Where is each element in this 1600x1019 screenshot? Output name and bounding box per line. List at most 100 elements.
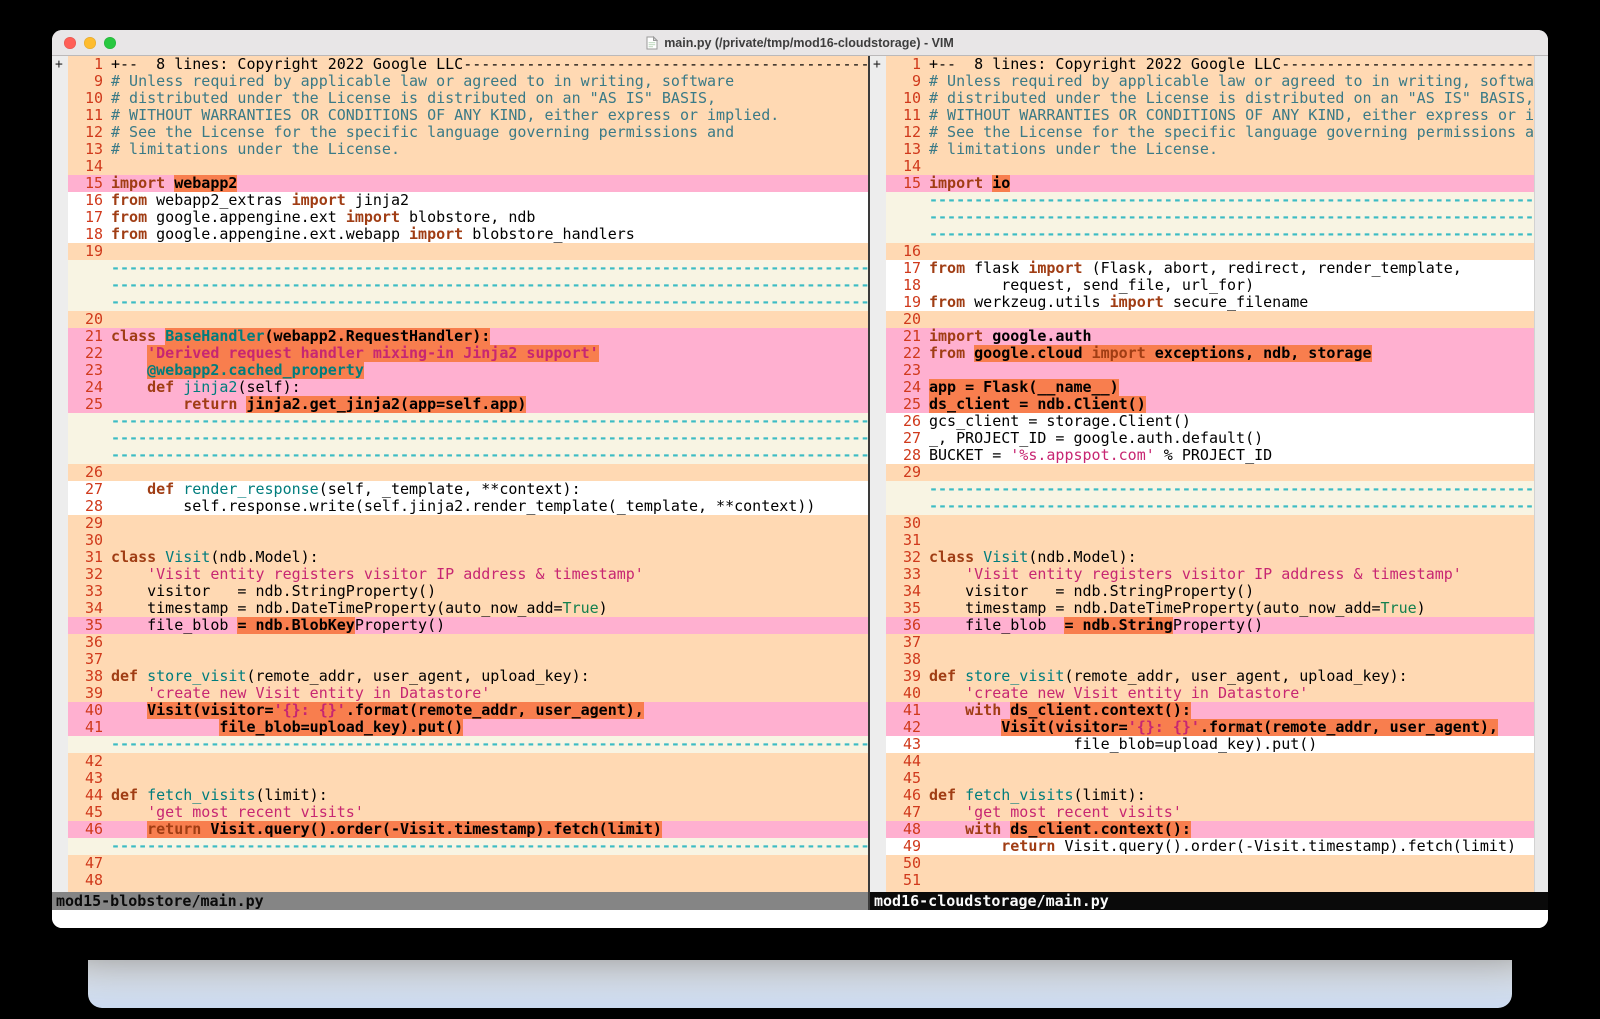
diff-filler-line[interactable]: ----------------------------------------… xyxy=(68,294,868,311)
code-line[interactable]: 23 xyxy=(886,362,1534,379)
code-line[interactable]: 18from google.appengine.ext.webapp impor… xyxy=(68,226,868,243)
zoom-button[interactable] xyxy=(104,37,116,49)
code-line[interactable]: 32 'Visit entity registers visitor IP ad… xyxy=(68,566,868,583)
fold-marker[interactable]: + xyxy=(873,56,881,73)
code-line[interactable]: 41 with ds_client.context(): xyxy=(886,702,1534,719)
code-line[interactable]: 27_, PROJECT_ID = google.auth.default() xyxy=(886,430,1534,447)
code-line[interactable]: 16 xyxy=(886,243,1534,260)
code-line[interactable]: 11# WITHOUT WARRANTIES OR CONDITIONS OF … xyxy=(68,107,868,124)
statusline-left[interactable]: mod15-blobstore/main.py xyxy=(52,892,868,910)
code-line[interactable]: 31 xyxy=(886,532,1534,549)
diff-filler-line[interactable]: ----------------------------------------… xyxy=(68,838,868,855)
code-line[interactable]: 21class BaseHandler(webapp2.RequestHandl… xyxy=(68,328,868,345)
code-line[interactable]: 50 xyxy=(886,855,1534,872)
code-line[interactable]: 44 xyxy=(886,753,1534,770)
code-line[interactable]: 26gcs_client = storage.Client() xyxy=(886,413,1534,430)
code-line[interactable]: 28BUCKET = '%s.appspot.com' % PROJECT_ID xyxy=(886,447,1534,464)
diff-filler-line[interactable]: ----------------------------------------… xyxy=(68,413,868,430)
code-line[interactable]: 26 xyxy=(68,464,868,481)
code-line[interactable]: 35 file_blob = ndb.BlobKeyProperty() xyxy=(68,617,868,634)
diff-filler-line[interactable]: ----------------------------------------… xyxy=(886,498,1534,515)
code-line[interactable]: 11# WITHOUT WARRANTIES OR CONDITIONS OF … xyxy=(886,107,1534,124)
code-line[interactable]: 19from werkzeug.utils import secure_file… xyxy=(886,294,1534,311)
code-line[interactable]: 15import io xyxy=(886,175,1534,192)
code-line[interactable]: 22 'Derived request handler mixing-in Ji… xyxy=(68,345,868,362)
code-line[interactable]: 41 file_blob=upload_key).put() xyxy=(68,719,868,736)
diff-filler-line[interactable]: ----------------------------------------… xyxy=(886,209,1534,226)
diff-filler-line[interactable]: ----------------------------------------… xyxy=(68,736,868,753)
code-line[interactable]: 44def fetch_visits(limit): xyxy=(68,787,868,804)
code-line[interactable]: 24app = Flask(__name__) xyxy=(886,379,1534,396)
code-line[interactable]: 39def store_visit(remote_addr, user_agen… xyxy=(886,668,1534,685)
code-line[interactable]: 42 Visit(visitor='{}: {}'.format(remote_… xyxy=(886,719,1534,736)
code-line[interactable]: 46 return Visit.query().order(-Visit.tim… xyxy=(68,821,868,838)
code-line[interactable]: 39 'create new Visit entity in Datastore… xyxy=(68,685,868,702)
code-line[interactable]: 47 xyxy=(68,855,868,872)
code-line[interactable]: 9# Unless required by applicable law or … xyxy=(886,73,1534,90)
code-line[interactable]: 13# limitations under the License. xyxy=(886,141,1534,158)
fold-marker[interactable]: + xyxy=(55,56,63,73)
code-line[interactable]: 29 xyxy=(886,464,1534,481)
code-line[interactable]: 36 xyxy=(68,634,868,651)
code-line[interactable]: 38 xyxy=(886,651,1534,668)
code-line[interactable]: 37 xyxy=(68,651,868,668)
code-line[interactable]: 10# distributed under the License is dis… xyxy=(886,90,1534,107)
code-line[interactable]: 30 xyxy=(68,532,868,549)
code-line[interactable]: 38def store_visit(remote_addr, user_agen… xyxy=(68,668,868,685)
code-line[interactable]: 36 file_blob = ndb.StringProperty() xyxy=(886,617,1534,634)
window-titlebar[interactable]: main.py (/private/tmp/mod16-cloudstorage… xyxy=(52,30,1548,56)
code-line[interactable]: 27 def render_response(self, _template, … xyxy=(68,481,868,498)
statusline-right[interactable]: mod16-cloudstorage/main.py xyxy=(870,892,1548,910)
code-line[interactable]: 33 visitor = ndb.StringProperty() xyxy=(68,583,868,600)
code-line[interactable]: 35 timestamp = ndb.DateTimeProperty(auto… xyxy=(886,600,1534,617)
code-line[interactable]: 40 Visit(visitor='{}: {}'.format(remote_… xyxy=(68,702,868,719)
code-line[interactable]: 40 'create new Visit entity in Datastore… xyxy=(886,685,1534,702)
code-line[interactable]: 22from google.cloud import exceptions, n… xyxy=(886,345,1534,362)
code-line[interactable]: 30 xyxy=(886,515,1534,532)
diff-filler-line[interactable]: ----------------------------------------… xyxy=(886,481,1534,498)
code-line[interactable]: 25 return jinja2.get_jinja2(app=self.app… xyxy=(68,396,868,413)
code-line[interactable]: 10# distributed under the License is dis… xyxy=(68,90,868,107)
code-line[interactable]: 34 visitor = ndb.StringProperty() xyxy=(886,583,1534,600)
diff-filler-line[interactable]: ----------------------------------------… xyxy=(68,277,868,294)
code-line[interactable]: 14 xyxy=(68,158,868,175)
code-line[interactable]: 46def fetch_visits(limit): xyxy=(886,787,1534,804)
code-line[interactable]: 43 xyxy=(68,770,868,787)
code-line[interactable]: 43 file_blob=upload_key).put() xyxy=(886,736,1534,753)
code-line[interactable]: 9# Unless required by applicable law or … xyxy=(68,73,868,90)
code-line[interactable]: 20 xyxy=(886,311,1534,328)
code-line[interactable]: 31class Visit(ndb.Model): xyxy=(68,549,868,566)
code-line[interactable]: 33 'Visit entity registers visitor IP ad… xyxy=(886,566,1534,583)
diff-filler-line[interactable]: ----------------------------------------… xyxy=(886,192,1534,209)
code-line[interactable]: 37 xyxy=(886,634,1534,651)
code-line[interactable]: 23 @webapp2.cached_property xyxy=(68,362,868,379)
code-line[interactable]: 19 xyxy=(68,243,868,260)
code-line[interactable]: 45 'get most recent visits' xyxy=(68,804,868,821)
code-line[interactable]: 17from flask import (Flask, abort, redir… xyxy=(886,260,1534,277)
code-line[interactable]: 1+-- 8 lines: Copyright 2022 Google LLC-… xyxy=(68,56,868,73)
code-line[interactable]: 18 request, send_file, url_for) xyxy=(886,277,1534,294)
minimize-button[interactable] xyxy=(84,37,96,49)
diff-filler-line[interactable]: ----------------------------------------… xyxy=(68,447,868,464)
code-line[interactable]: 21import google.auth xyxy=(886,328,1534,345)
code-line[interactable]: 13# limitations under the License. xyxy=(68,141,868,158)
code-line[interactable]: 1+-- 8 lines: Copyright 2022 Google LLC-… xyxy=(886,56,1534,73)
close-button[interactable] xyxy=(64,37,76,49)
code-line[interactable]: 12# See the License for the specific lan… xyxy=(886,124,1534,141)
code-line[interactable]: 29 xyxy=(68,515,868,532)
code-line[interactable]: 14 xyxy=(886,158,1534,175)
code-line[interactable]: 17from google.appengine.ext import blobs… xyxy=(68,209,868,226)
code-line[interactable]: 42 xyxy=(68,753,868,770)
code-line[interactable]: 45 xyxy=(886,770,1534,787)
code-line[interactable]: 28 self.response.write(self.jinja2.rende… xyxy=(68,498,868,515)
code-line[interactable]: 32class Visit(ndb.Model): xyxy=(886,549,1534,566)
code-line[interactable]: 20 xyxy=(68,311,868,328)
code-line[interactable]: 51 xyxy=(886,872,1534,889)
code-line[interactable]: 12# See the License for the specific lan… xyxy=(68,124,868,141)
code-line[interactable]: 49 return Visit.query().order(-Visit.tim… xyxy=(886,838,1534,855)
code-line[interactable]: 15import webapp2 xyxy=(68,175,868,192)
diff-filler-line[interactable]: ----------------------------------------… xyxy=(886,226,1534,243)
code-line[interactable]: 25ds_client = ndb.Client() xyxy=(886,396,1534,413)
code-line[interactable]: 47 'get most recent visits' xyxy=(886,804,1534,821)
diff-filler-line[interactable]: ----------------------------------------… xyxy=(68,430,868,447)
